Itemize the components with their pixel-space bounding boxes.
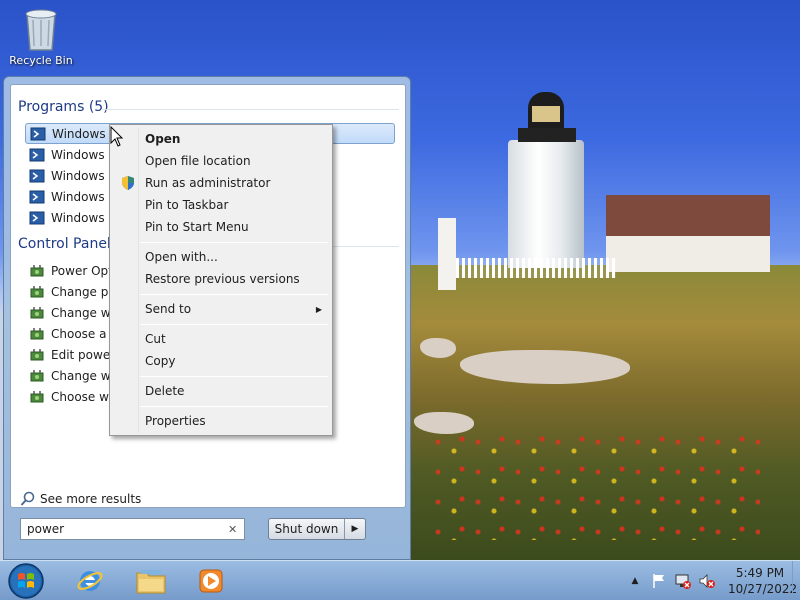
wallpaper-fence <box>456 258 616 278</box>
shutdown-button[interactable]: Shut down <box>269 519 345 539</box>
powershell-icon <box>29 169 45 182</box>
programs-header: Programs (5) <box>18 99 109 115</box>
control-panel-result-label: Change wh <box>51 305 117 320</box>
show-hidden-icons-arrow-icon[interactable]: ▲ <box>626 572 644 590</box>
power-options-icon <box>30 390 44 402</box>
context-separator <box>140 324 328 325</box>
context-restore-previous-versions[interactable]: Restore previous versions <box>112 268 330 290</box>
context-run-as-admin-label: Run as administrator <box>145 176 271 190</box>
programs-divider <box>101 109 399 110</box>
context-open-file-location-label: Open file location <box>145 154 251 168</box>
uac-shield-icon <box>122 176 134 190</box>
wallpaper-rock <box>420 338 456 358</box>
media-player-icon <box>199 569 223 593</box>
power-options-icon <box>30 348 44 360</box>
clock-date: 10/27/2022 <box>728 582 798 596</box>
context-open-label: Open <box>145 132 181 146</box>
wallpaper-chimney <box>438 218 456 290</box>
wallpaper-lighthouse-gallery <box>518 128 576 142</box>
taskbar: ▲ 5:49 PM 10/27/2022 <box>0 560 800 600</box>
program-result-label: Windows P <box>52 126 112 141</box>
power-options-icon <box>30 369 44 381</box>
context-pin-to-taskbar[interactable]: Pin to Taskbar <box>112 194 330 216</box>
context-open[interactable]: Open <box>112 128 330 150</box>
wallpaper-lighthouse <box>508 140 584 268</box>
internet-explorer-icon <box>77 571 103 591</box>
clock-time: 5:49 PM <box>735 566 785 580</box>
search-icon <box>20 491 35 506</box>
context-pin-to-start-menu[interactable]: Pin to Start Menu <box>112 216 330 238</box>
mouse-pointer-icon <box>110 126 124 147</box>
control-panel-header: Control Panel <box>18 236 111 252</box>
context-cut-label: Cut <box>145 332 166 346</box>
context-delete-label: Delete <box>145 384 185 398</box>
context-run-as-admin[interactable]: Run as administrator <box>112 172 330 194</box>
power-options-icon <box>30 285 44 297</box>
power-options-icon <box>30 306 44 318</box>
taskbar-media-player[interactable] <box>187 564 235 598</box>
wallpaper-lighthouse-glass <box>532 106 560 122</box>
power-options-icon <box>30 264 44 276</box>
wallpaper-house <box>606 236 770 272</box>
context-send-to[interactable]: Send to ▶ <box>112 298 330 320</box>
network-disconnected-icon[interactable] <box>674 572 692 590</box>
context-delete[interactable]: Delete <box>112 380 330 402</box>
powershell-icon <box>29 148 45 161</box>
folder-icon <box>136 570 166 594</box>
context-open-with-label: Open with... <box>145 250 218 264</box>
search-input[interactable]: power ✕ <box>20 518 245 540</box>
start-orb-icon[interactable] <box>6 562 46 600</box>
taskbar-internet-explorer[interactable] <box>66 564 114 598</box>
context-separator <box>140 406 328 407</box>
shutdown-button-group: Shut down ▶ <box>268 518 366 540</box>
context-open-with[interactable]: Open with... <box>112 246 330 268</box>
show-desktop-button[interactable] <box>792 561 800 600</box>
program-result-label: Windows P <box>51 147 111 162</box>
control-panel-result-label: Choose wh <box>51 389 117 404</box>
recycle-bin-label: Recycle Bin <box>9 54 73 67</box>
recycle-bin[interactable]: Recycle Bin <box>6 6 76 76</box>
context-separator <box>140 376 328 377</box>
control-panel-result-label: Edit power <box>51 347 116 362</box>
search-input-value: power <box>27 522 65 536</box>
shutdown-options-arrow-icon[interactable]: ▶ <box>345 519 365 539</box>
power-options-icon <box>30 327 44 339</box>
context-copy[interactable]: Copy <box>112 350 330 372</box>
volume-muted-icon[interactable] <box>698 572 716 590</box>
action-center-flag-icon[interactable] <box>650 572 668 590</box>
wallpaper-house-roof <box>606 195 770 237</box>
control-panel-result-label: Change wh <box>51 368 117 383</box>
control-panel-result-label: Choose a p <box>51 326 117 341</box>
context-pin-to-taskbar-label: Pin to Taskbar <box>145 198 229 212</box>
powershell-icon <box>30 127 46 140</box>
system-tray: ▲ 5:49 PM 10/27/2022 <box>626 561 798 600</box>
recycle-bin-icon <box>25 9 57 51</box>
context-properties[interactable]: Properties <box>112 410 330 432</box>
context-cut[interactable]: Cut <box>112 328 330 350</box>
control-panel-result-label: Change pow <box>51 284 117 299</box>
program-result-label: Windows P <box>51 210 111 225</box>
clear-search-icon[interactable]: ✕ <box>228 523 244 536</box>
program-result-label: Windows P <box>51 189 111 204</box>
control-panel-result-label: Power Opti <box>51 263 117 278</box>
wallpaper-flowers <box>430 430 760 540</box>
submenu-arrow-icon: ▶ <box>315 304 322 314</box>
system-clock[interactable]: 5:49 PM 10/27/2022 <box>728 565 798 597</box>
powershell-icon <box>29 190 45 203</box>
see-more-results-label: See more results <box>40 492 142 506</box>
context-pin-to-start-menu-label: Pin to Start Menu <box>145 220 249 234</box>
context-open-file-location[interactable]: Open file location <box>112 150 330 172</box>
see-more-results-link[interactable]: See more results <box>20 491 141 507</box>
powershell-icon <box>29 211 45 224</box>
context-send-to-label: Send to <box>145 302 192 316</box>
context-separator <box>140 294 328 295</box>
taskbar-file-explorer[interactable] <box>127 564 175 598</box>
context-separator <box>140 242 328 243</box>
context-properties-label: Properties <box>145 414 206 428</box>
context-restore-previous-versions-label: Restore previous versions <box>145 272 300 286</box>
context-copy-label: Copy <box>145 354 176 368</box>
program-result-label: Windows P <box>51 168 111 183</box>
context-menu: Open Open file location Run as administr… <box>109 124 333 436</box>
